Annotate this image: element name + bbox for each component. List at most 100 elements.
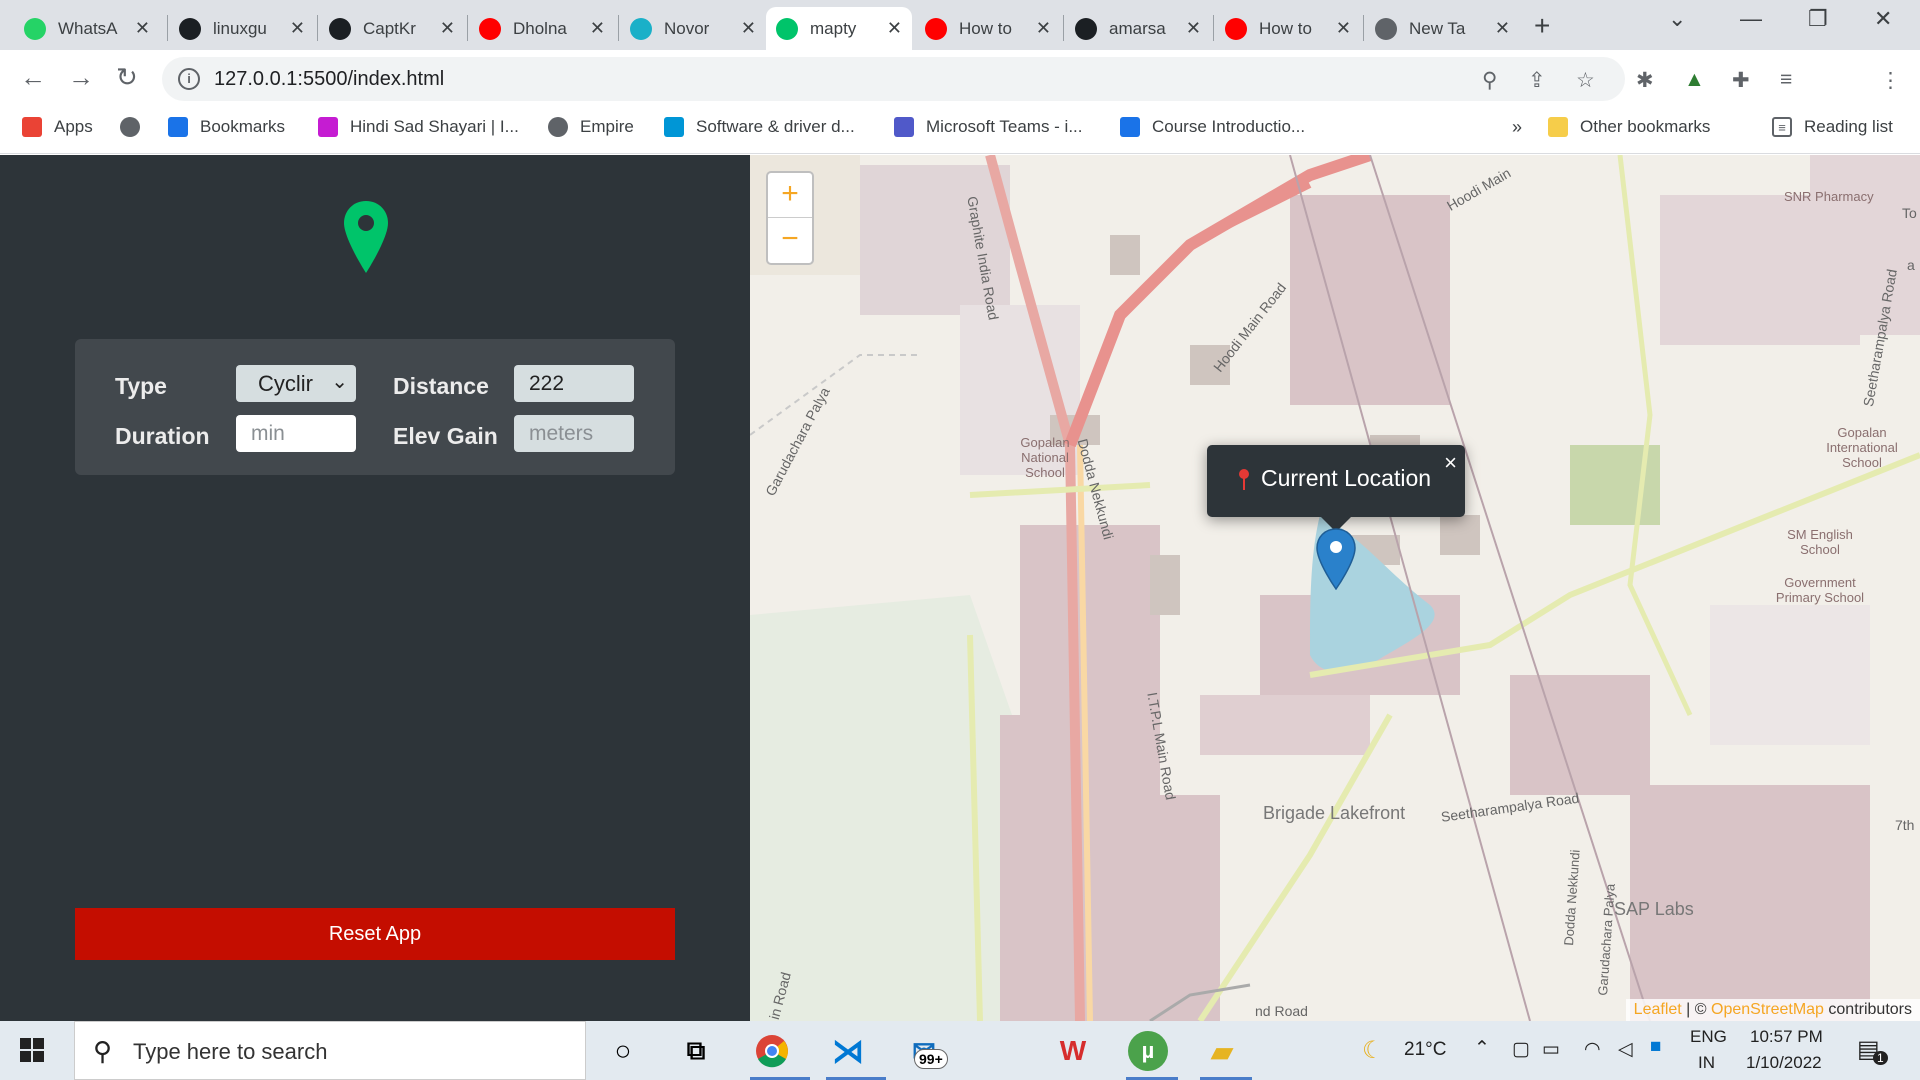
url-text: 127.0.0.1:5500/index.html <box>214 68 445 90</box>
reading-list-label: Reading list <box>1804 117 1893 136</box>
browser-tab[interactable]: CaptKr ✕ <box>319 7 465 50</box>
browser-tab[interactable]: Novor ✕ <box>620 7 766 50</box>
extension-html-icon[interactable]: ▲ <box>1684 68 1705 92</box>
location-icon[interactable]: ⚲ <box>1482 68 1497 93</box>
browser-tab[interactable]: WhatsApp ✕ <box>14 7 160 50</box>
tab-close-icon[interactable]: ✕ <box>290 18 305 39</box>
restore-button[interactable]: ❐ <box>1808 6 1828 32</box>
tray-device-icon[interactable]: ▢ <box>1512 1038 1530 1061</box>
close-window-button[interactable]: ✕ <box>1874 6 1892 32</box>
mail-badge: 99+ <box>914 1049 948 1069</box>
zoom-in-button[interactable]: + <box>768 173 812 218</box>
bookmark-item[interactable]: Software & driver d... <box>664 117 855 137</box>
youtube-icon <box>925 17 947 40</box>
menu-kebab-icon[interactable]: ⋮ <box>1880 68 1901 93</box>
type-label: Type <box>115 373 167 399</box>
browser-tab[interactable]: mapty ✕ <box>766 7 912 50</box>
bookmark-star-icon[interactable]: ☆ <box>1576 68 1595 93</box>
bookmark-item[interactable]: Hindi Sad Shayari | I... <box>318 117 519 137</box>
tab-close-icon[interactable]: ✕ <box>1036 18 1051 39</box>
tab-close-icon[interactable]: ✕ <box>887 18 902 39</box>
media-control-icon[interactable]: ≡ <box>1780 68 1792 92</box>
tab-search-icon[interactable]: ⌄ <box>1668 6 1686 32</box>
chrome-taskbar-icon[interactable] <box>752 1031 792 1071</box>
clock-time[interactable]: 10:57 PM <box>1750 1027 1823 1047</box>
map[interactable]: Graphite India Road Hoodi Main Road Hood… <box>750 155 1920 1021</box>
back-button[interactable]: ← <box>20 62 46 93</box>
reset-app-button[interactable]: Reset App <box>75 908 675 960</box>
tab-close-icon[interactable]: ✕ <box>1336 18 1351 39</box>
tab-close-icon[interactable]: ✕ <box>440 18 455 39</box>
file-explorer-icon[interactable]: ▰ <box>1202 1031 1242 1071</box>
browser-tab[interactable]: New Ta ✕ <box>1365 7 1520 50</box>
whatsapp-icon <box>24 17 46 40</box>
defender-icon[interactable]: ■ <box>1650 1036 1661 1058</box>
hp-icon <box>664 117 684 137</box>
site-info-icon[interactable]: i <box>178 68 200 90</box>
taskbar-search[interactable]: ⚲ Type here to search <box>74 1021 586 1080</box>
language-indicator[interactable]: ENG <box>1690 1027 1727 1047</box>
temperature[interactable]: 21°C <box>1404 1039 1446 1061</box>
c-icon <box>1120 117 1140 137</box>
distance-input[interactable] <box>514 365 634 402</box>
type-select[interactable]: Cyclir ⌄ <box>236 365 356 402</box>
reading-list-button[interactable]: ≡ Reading list <box>1772 117 1893 137</box>
duration-input[interactable] <box>236 415 356 452</box>
vscode-taskbar-icon[interactable]: ⋊ <box>828 1031 868 1071</box>
extensions-puzzle-icon[interactable]: ✚ <box>1732 68 1750 93</box>
tab-close-icon[interactable]: ✕ <box>741 18 756 39</box>
cortana-icon[interactable]: ○ <box>603 1031 643 1071</box>
ls-icon <box>318 117 338 137</box>
browser-tab[interactable]: How to ✕ <box>915 7 1061 50</box>
leaflet-link[interactable]: Leaflet <box>1634 1001 1682 1018</box>
weather-moon-icon[interactable]: ☾ <box>1362 1036 1384 1065</box>
extension-bug-icon[interactable]: ✱ <box>1636 68 1654 93</box>
new-tab-button[interactable]: + <box>1534 10 1550 42</box>
bookmark-item[interactable] <box>120 117 152 137</box>
volume-icon[interactable]: ◁ <box>1618 1038 1633 1061</box>
tab-separator <box>1363 15 1364 41</box>
reload-button[interactable]: ↻ <box>116 62 138 93</box>
bookmark-item[interactable]: Apps <box>22 117 93 137</box>
task-view-icon[interactable]: ⧉ <box>676 1031 716 1071</box>
battery-icon[interactable]: ▭ <box>1542 1038 1560 1061</box>
bookmark-label: Apps <box>54 117 93 136</box>
wifi-icon[interactable]: ◠ <box>1584 1038 1601 1061</box>
bookmark-item[interactable]: Microsoft Teams - i... <box>894 117 1083 137</box>
forward-button[interactable]: → <box>68 62 94 93</box>
openstreetmap-link[interactable]: OpenStreetMap <box>1711 1001 1824 1018</box>
tab-separator <box>618 15 619 41</box>
browser-tab[interactable]: How to ✕ <box>1215 7 1361 50</box>
map-marker-icon[interactable] <box>1316 528 1356 595</box>
share-icon[interactable]: ⇪ <box>1528 68 1546 93</box>
map-label-gopalan-international: Gopalan International School <box>1826 425 1898 470</box>
zoom-out-button[interactable]: − <box>768 218 812 263</box>
popup-close-button[interactable]: × <box>1444 450 1457 476</box>
attribution-contributors: contributors <box>1823 1001 1912 1018</box>
tab-close-icon[interactable]: ✕ <box>590 18 605 39</box>
chrome-icon <box>1375 17 1397 40</box>
bookmark-item[interactable]: Bookmarks <box>168 117 285 137</box>
bookmark-item[interactable]: Empire <box>548 117 634 137</box>
minimize-button[interactable]: — <box>1740 6 1762 32</box>
bookmarks-overflow-button[interactable]: » <box>1512 117 1522 138</box>
youtube-icon <box>479 17 501 40</box>
windows-start-icon[interactable] <box>20 1038 44 1067</box>
address-bar[interactable]: i 127.0.0.1:5500/index.html ⚲ ⇪ ☆ <box>162 57 1625 101</box>
elev-gain-input[interactable] <box>514 415 634 452</box>
bookmark-item[interactable]: Course Introductio... <box>1120 117 1305 137</box>
browser-tab[interactable]: linuxgu ✕ <box>169 7 315 50</box>
utorrent-icon[interactable]: µ <box>1128 1031 1168 1071</box>
tab-close-icon[interactable]: ✕ <box>1495 18 1510 39</box>
map-label-snr-pharmacy: SNR Pharmacy <box>1784 189 1874 204</box>
bookmark-label: Bookmarks <box>200 117 286 136</box>
tab-close-icon[interactable]: ✕ <box>135 18 150 39</box>
region-indicator: IN <box>1698 1053 1715 1072</box>
tray-chevron-up-icon[interactable]: ⌃ <box>1474 1037 1490 1060</box>
other-bookmarks-folder[interactable]: Other bookmarks <box>1548 117 1710 137</box>
browser-tab[interactable]: Dholna ✕ <box>469 7 615 50</box>
tab-close-icon[interactable]: ✕ <box>1186 18 1201 39</box>
browser-tab[interactable]: amarsa ✕ <box>1065 7 1211 50</box>
map-label-to: To <box>1902 205 1917 221</box>
wps-office-icon[interactable]: W <box>1053 1031 1093 1071</box>
